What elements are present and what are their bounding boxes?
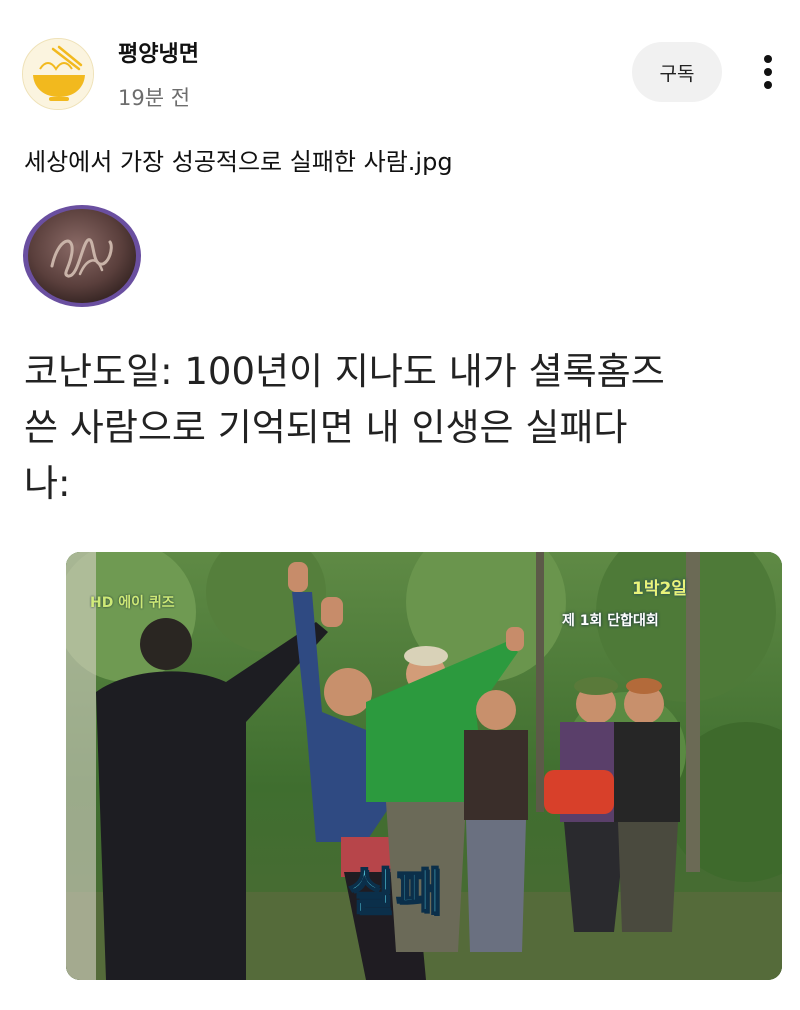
vertical-ellipsis-icon	[764, 55, 772, 89]
caption-program-logo: 1박2일	[632, 579, 687, 599]
post-page: 평양냉면 19분 전 구독 세상에서 가장 성공적으로 실패한 사람.jpg 코…	[0, 0, 800, 1010]
quote-line: 나:	[24, 462, 71, 505]
post-time: 19분 전	[118, 86, 191, 110]
subscribe-button[interactable]: 구독	[632, 42, 722, 102]
caption-fail: 실패	[347, 862, 444, 922]
monogram-seal	[22, 204, 142, 308]
caption-show-title: HD 에이 퀴즈	[90, 595, 175, 611]
noodle-bowl-icon	[23, 39, 93, 109]
quote-line: 코난도일: 100년이 지나도 내가 셜록홈즈	[24, 350, 665, 393]
post-image[interactable]: HD 에이 퀴즈 1박2일 제 1회 단합대회 실패	[66, 552, 782, 980]
avatar[interactable]	[22, 38, 94, 110]
more-options-button[interactable]	[748, 50, 788, 94]
quote-line: 쓴 사람으로 기억되면 내 인생은 실패다	[24, 406, 628, 449]
post-header: 평양냉면 19분 전 구독	[0, 0, 800, 128]
author-name[interactable]: 평양냉면	[118, 36, 199, 68]
quote-text: 코난도일: 100년이 지나도 내가 셜록홈즈 쓴 사람으로 기억되면 내 인생…	[24, 344, 774, 512]
post-title: 세상에서 가장 성공적으로 실패한 사람.jpg	[24, 148, 453, 176]
caption-episode: 제 1회 단합대회	[562, 613, 659, 629]
